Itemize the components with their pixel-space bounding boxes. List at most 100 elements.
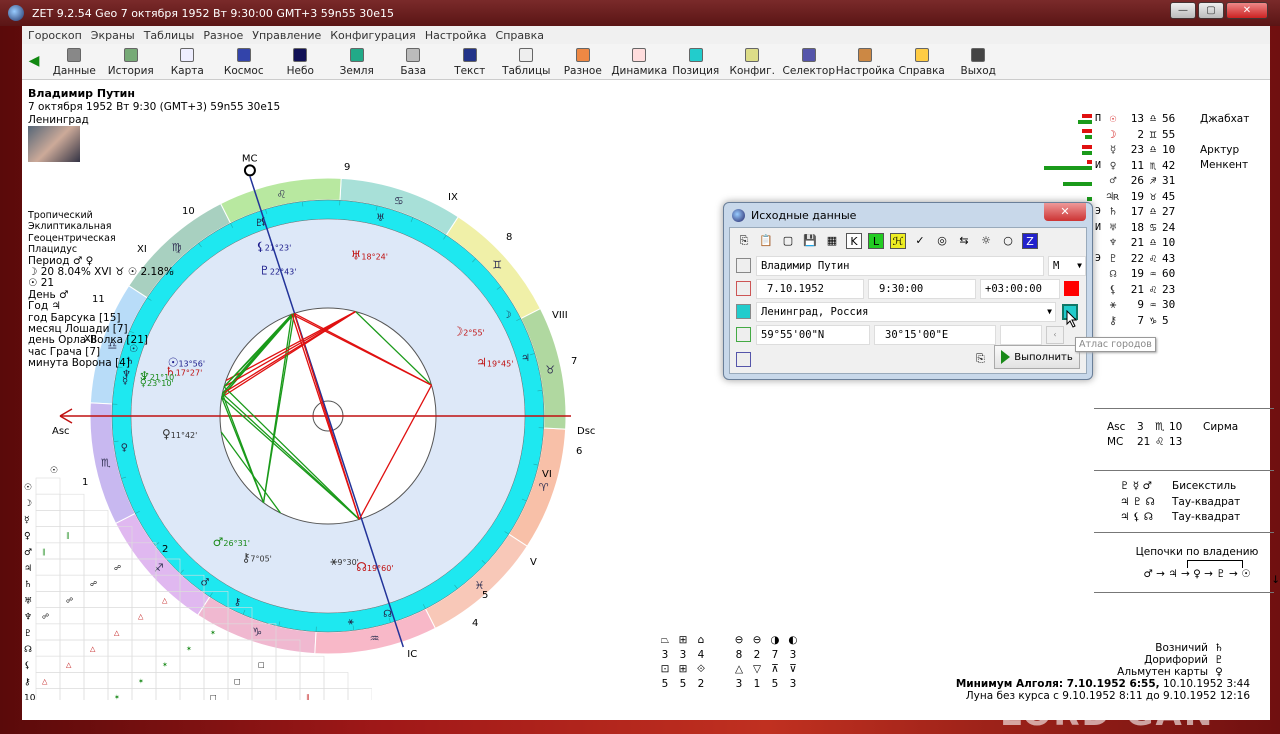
grid-cell[interactable] xyxy=(36,640,60,656)
grid-cell[interactable] xyxy=(132,656,156,672)
grid-cell[interactable] xyxy=(60,543,84,559)
minimize-button[interactable]: — xyxy=(1170,2,1196,19)
grid-cell[interactable] xyxy=(300,656,324,672)
latitude-input[interactable]: 59°55'00"N xyxy=(756,325,870,345)
menu-item[interactable]: Конфигурация xyxy=(330,29,416,42)
date-input[interactable]: 7.10.1952 xyxy=(756,279,864,299)
grid-cell[interactable] xyxy=(108,624,132,640)
toolbar-button[interactable]: Настройка xyxy=(837,48,894,77)
grid-cell[interactable] xyxy=(156,575,180,591)
menu-item[interactable]: Экраны xyxy=(91,29,135,42)
grid-cell[interactable] xyxy=(156,672,180,688)
dialog-tool-button[interactable]: ▦ xyxy=(824,233,840,249)
dialog-tool-button[interactable]: ◎ xyxy=(934,233,950,249)
toolbar-button[interactable]: Таблицы xyxy=(498,48,555,77)
grid-cell[interactable] xyxy=(84,559,108,575)
grid-cell[interactable] xyxy=(252,640,276,656)
planet-row[interactable]: ☿23♎10Арктур xyxy=(1032,142,1249,158)
grid-cell[interactable] xyxy=(156,608,180,624)
grid-cell[interactable] xyxy=(36,575,60,591)
planet-row[interactable]: ♂26♐31 xyxy=(1032,173,1249,189)
grid-cell[interactable] xyxy=(108,608,132,624)
grid-cell[interactable] xyxy=(276,640,300,656)
toolbar-button[interactable]: Разное xyxy=(555,48,612,77)
planet-row[interactable]: И♀11♏42Менкент xyxy=(1032,158,1249,174)
settings-icon[interactable] xyxy=(736,352,751,367)
grid-cell[interactable] xyxy=(276,689,300,700)
grid-cell[interactable] xyxy=(132,575,156,591)
dialog-tool-button[interactable]: ▢ xyxy=(780,233,796,249)
grid-cell[interactable] xyxy=(180,672,204,688)
dialog-tool-button[interactable]: K xyxy=(846,233,862,249)
grid-cell[interactable] xyxy=(60,656,84,672)
grid-cell[interactable] xyxy=(180,640,204,656)
timezone-input[interactable]: +03:00:00 xyxy=(980,279,1060,299)
grid-cell[interactable] xyxy=(252,689,276,700)
toolbar-button[interactable]: Данные xyxy=(46,48,103,77)
grid-cell[interactable] xyxy=(108,656,132,672)
grid-cell[interactable] xyxy=(36,543,60,559)
place-select[interactable]: Ленинград, Россия▼ xyxy=(756,302,1056,322)
grid-cell[interactable] xyxy=(84,672,108,688)
grid-cell[interactable] xyxy=(36,478,60,494)
menu-item[interactable]: Справка xyxy=(496,29,544,42)
grid-cell[interactable] xyxy=(180,591,204,607)
grid-cell[interactable] xyxy=(300,672,324,688)
grid-cell[interactable] xyxy=(36,527,60,543)
grid-cell[interactable] xyxy=(36,494,60,510)
grid-cell[interactable] xyxy=(84,640,108,656)
grid-cell[interactable] xyxy=(132,689,156,700)
longitude-input[interactable]: 30°15'00"E xyxy=(874,325,996,345)
grid-cell[interactable] xyxy=(228,608,252,624)
grid-cell[interactable] xyxy=(84,608,108,624)
toolbar-button[interactable]: Динамика xyxy=(611,48,668,77)
grid-cell[interactable] xyxy=(60,689,84,700)
grid-cell[interactable] xyxy=(156,591,180,607)
dialog-tool-button[interactable]: 📋 xyxy=(758,233,774,249)
dialog-title-bar[interactable]: Исходные данные xyxy=(724,203,1092,227)
grid-cell[interactable] xyxy=(108,672,132,688)
toolbar-button[interactable]: Космос xyxy=(216,48,273,77)
grid-cell[interactable] xyxy=(156,689,180,700)
grid-cell[interactable] xyxy=(60,624,84,640)
toolbar-button[interactable]: Позиция xyxy=(668,48,725,77)
grid-cell[interactable] xyxy=(60,559,84,575)
grid-cell[interactable] xyxy=(84,527,108,543)
grid-cell[interactable] xyxy=(60,608,84,624)
dialog-tool-button[interactable]: Z xyxy=(1022,233,1038,249)
grid-cell[interactable] xyxy=(108,527,132,543)
extra-input[interactable] xyxy=(1000,325,1042,345)
prev-button[interactable]: ‹ xyxy=(1046,326,1064,344)
grid-cell[interactable] xyxy=(276,656,300,672)
toolbar-button[interactable]: История xyxy=(103,48,160,77)
grid-cell[interactable] xyxy=(84,510,108,526)
close-button[interactable]: ✕ xyxy=(1226,2,1268,19)
gender-select[interactable]: М▼ xyxy=(1048,256,1086,276)
grid-cell[interactable] xyxy=(180,624,204,640)
grid-cell[interactable] xyxy=(36,689,60,700)
grid-cell[interactable] xyxy=(84,689,108,700)
grid-cell[interactable] xyxy=(204,624,228,640)
grid-cell[interactable] xyxy=(60,510,84,526)
grid-cell[interactable] xyxy=(204,656,228,672)
planet-row[interactable]: П☉13♎56Джабхат xyxy=(1032,111,1249,127)
toolbar-button[interactable]: Справка xyxy=(894,48,951,77)
menu-item[interactable]: Таблицы xyxy=(144,29,195,42)
grid-cell[interactable] xyxy=(180,689,204,700)
dialog-tool-button[interactable]: ⇆ xyxy=(956,233,972,249)
grid-cell[interactable] xyxy=(156,624,180,640)
dialog-tool-button[interactable]: ☼ xyxy=(978,233,994,249)
grid-cell[interactable] xyxy=(36,591,60,607)
grid-cell[interactable] xyxy=(132,624,156,640)
grid-cell[interactable] xyxy=(60,527,84,543)
grid-cell[interactable] xyxy=(108,591,132,607)
grid-cell[interactable] xyxy=(84,656,108,672)
maximize-button[interactable]: ▢ xyxy=(1198,2,1224,19)
dialog-tool-button[interactable]: L xyxy=(868,233,884,249)
grid-cell[interactable] xyxy=(300,689,324,700)
name-input[interactable]: Владимир Путин xyxy=(756,256,1044,276)
grid-cell[interactable] xyxy=(132,543,156,559)
grid-cell[interactable] xyxy=(252,672,276,688)
grid-cell[interactable] xyxy=(132,672,156,688)
person-card-icon[interactable] xyxy=(736,258,751,273)
